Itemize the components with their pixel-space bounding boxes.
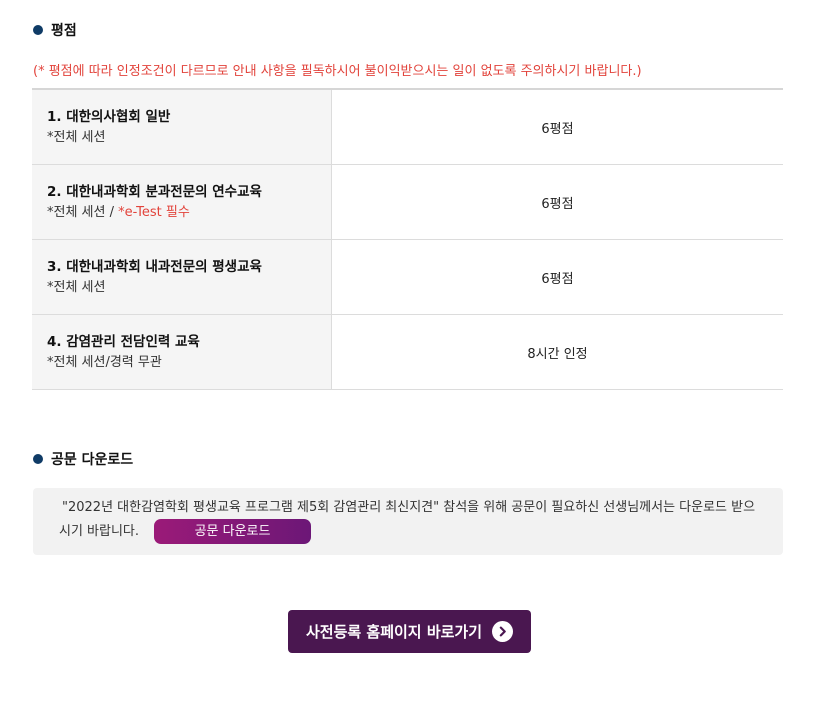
etest-required-note: *e-Test 필수 [118, 205, 190, 220]
document-download-button[interactable]: 공문 다운로드 [154, 519, 312, 544]
row-title: 1. 대한의사협회 일반 [47, 109, 171, 125]
table-row: 1. 대한의사협회 일반 *전체 세션 6평점 [32, 90, 783, 165]
row-subtitle: *전체 세션 / *e-Test 필수 [47, 205, 190, 220]
download-info-box: "2022년 대한감염학회 평생교육 프로그램 제5회 감염관리 최신지견" 참… [33, 488, 783, 555]
download-text-line1: "2022년 대한감염학회 평생교육 프로그램 제5회 감염관리 최신지견" 참… [62, 500, 756, 515]
main-button-label: 사전등록 홈페이지 바로가기 [305, 623, 483, 641]
score-notice: (* 평점에 따라 인정조건이 다르므로 안내 사항을 필독하시어 불이익받으시… [33, 64, 642, 79]
table-row: 4. 감염관리 전담인력 교육 *전체 세션/경력 무관 8시간 인정 [32, 315, 783, 390]
bullet-icon [33, 25, 43, 35]
row-value: 6평점 [541, 271, 574, 287]
table-row: 2. 대한내과학회 분과전문의 연수교육 *전체 세션 / *e-Test 필수… [32, 165, 783, 240]
row-value: 8시간 인정 [527, 346, 588, 362]
download-title-text: 공문 다운로드 [51, 452, 134, 468]
row-subtitle: *전체 세션 [47, 130, 106, 145]
bullet-icon [33, 454, 43, 464]
row-subtitle: *전체 세션/경력 무관 [47, 355, 162, 370]
row-title: 4. 감염관리 전담인력 교육 [47, 334, 200, 350]
row-label-cell: 3. 대한내과학회 내과전문의 평생교육 *전체 세션 [32, 240, 332, 314]
row-title: 3. 대한내과학회 내과전문의 평생교육 [47, 259, 262, 275]
score-table: 1. 대한의사협회 일반 *전체 세션 6평점 2. 대한내과학회 분과전문의 … [32, 88, 783, 390]
download-text-line2: 시기 바랍니다. [59, 523, 140, 539]
row-title: 2. 대한내과학회 분과전문의 연수교육 [47, 184, 262, 200]
row-label-cell: 2. 대한내과학회 분과전문의 연수교육 *전체 세션 / *e-Test 필수 [32, 165, 332, 239]
table-row: 3. 대한내과학회 내과전문의 평생교육 *전체 세션 6평점 [32, 240, 783, 315]
row-label-cell: 4. 감염관리 전담인력 교육 *전체 세션/경력 무관 [32, 315, 332, 389]
score-section-title: 평점 [33, 20, 77, 40]
pre-registration-homepage-button[interactable]: 사전등록 홈페이지 바로가기 [288, 610, 531, 653]
row-value: 6평점 [541, 121, 574, 137]
row-label-cell: 1. 대한의사협회 일반 *전체 세션 [32, 90, 332, 164]
chevron-right-circle-icon [492, 621, 514, 642]
row-value: 6평점 [541, 196, 574, 212]
score-title-text: 평점 [51, 23, 77, 39]
download-section-title: 공문 다운로드 [33, 449, 133, 469]
row-subtitle: *전체 세션 [47, 280, 106, 295]
